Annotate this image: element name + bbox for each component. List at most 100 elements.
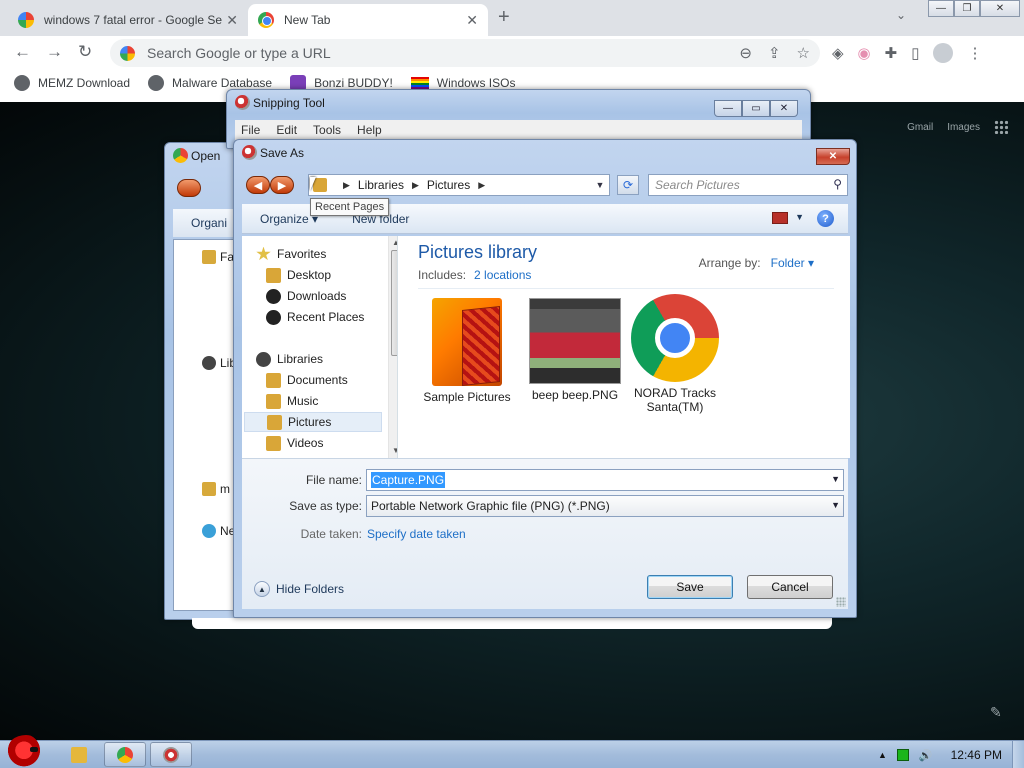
minimize-button[interactable]: —	[928, 0, 954, 17]
locations-link[interactable]: 2 locations	[474, 268, 531, 282]
reload-button[interactable]: ↻	[78, 42, 92, 62]
zoom-icon[interactable]: ⊖	[739, 44, 752, 62]
profile-avatar[interactable]	[933, 43, 954, 63]
cancel-button[interactable]: Cancel	[747, 575, 833, 599]
file-name-value[interactable]: Capture.PNG	[371, 472, 446, 488]
forward-button[interactable]: ▶	[270, 176, 294, 194]
nav-item-favorites[interactable]: Favorites	[256, 244, 396, 264]
browser-chrome: windows 7 fatal error - Google Se ✕ New …	[0, 0, 1024, 102]
forward-button[interactable]: →	[46, 42, 63, 62]
clock[interactable]: 12:46 PM	[951, 748, 1002, 762]
arrange-dropdown[interactable]: Folder ▾	[771, 256, 814, 270]
breadcrumb-separator[interactable]: ▶	[478, 180, 485, 191]
new-tab-button[interactable]: +	[498, 6, 510, 29]
nav-item-favorites[interactable]: Fa	[202, 250, 234, 264]
chevron-down-icon[interactable]: ▼	[795, 212, 804, 222]
nav-item-downloads[interactable]: Downloads	[266, 286, 397, 306]
show-desktop-button[interactable]	[1012, 741, 1024, 768]
save-button[interactable]: Save	[647, 575, 733, 599]
file-item-sample-pictures[interactable]: Sample Pictures	[412, 298, 522, 404]
breadcrumb-separator[interactable]: ▶	[412, 180, 419, 191]
maximize-button[interactable]: ▭	[742, 100, 770, 117]
organize-button[interactable]: Organi	[191, 216, 227, 230]
close-icon[interactable]: ✕	[226, 12, 238, 29]
minimize-button[interactable]: —	[714, 100, 742, 117]
save-type-select[interactable]: Portable Network Graphic file (PNG) (*.P…	[366, 495, 844, 517]
close-button[interactable]: ✕	[816, 148, 850, 165]
nav-item-desktop[interactable]: Desktop	[266, 265, 397, 285]
pencil-icon[interactable]: ✎	[990, 704, 1002, 721]
file-item-norad[interactable]: NORAD Tracks Santa(TM)	[620, 294, 730, 414]
nav-item-libraries[interactable]: Libraries	[256, 349, 396, 369]
search-input[interactable]: Search Pictures ⚲	[648, 174, 848, 196]
bookmark-memz[interactable]: MEMZ Download	[14, 75, 130, 91]
restore-button[interactable]: ❐	[954, 0, 980, 17]
help-icon[interactable]: ?	[817, 210, 834, 227]
file-name-input[interactable]: Capture.PNG ▼	[366, 469, 844, 491]
side-panel-icon[interactable]: ▯	[911, 44, 919, 62]
scrollbar-thumb[interactable]	[391, 250, 397, 356]
nav-item-videos[interactable]: Videos	[266, 433, 397, 453]
chevron-down-icon[interactable]: ▼	[831, 500, 840, 510]
menu-help[interactable]: Help	[357, 123, 382, 137]
share-icon[interactable]: ⇪	[768, 44, 781, 62]
nav-item-network[interactable]: Ne	[202, 524, 235, 538]
tray-overflow-icon[interactable]: ▲	[878, 750, 887, 760]
back-button[interactable]: ←	[14, 42, 31, 62]
documents-icon	[266, 372, 281, 388]
ublock-icon[interactable]: ◈	[832, 44, 844, 62]
volume-icon[interactable]: 🔊	[919, 749, 933, 762]
menu-file[interactable]: File	[241, 123, 260, 137]
apps-grid-icon[interactable]	[994, 120, 1008, 134]
close-icon[interactable]: ✕	[466, 12, 478, 29]
nav-item-computer[interactable]: m	[202, 482, 230, 496]
bookmark-windows-isos[interactable]: Windows ISOs	[410, 76, 515, 90]
hide-folders-button[interactable]: ▲ Hide Folders	[254, 581, 344, 597]
bookmark-star-icon[interactable]: ☆	[797, 44, 810, 62]
menu-tools[interactable]: Tools	[313, 123, 341, 137]
tab-new-tab[interactable]: New Tab ✕	[248, 4, 488, 36]
taskbar-snipping-tool[interactable]	[150, 742, 192, 767]
views-icon[interactable]	[772, 212, 788, 224]
network-status-icon[interactable]	[896, 749, 909, 761]
tab-google-search[interactable]: windows 7 fatal error - Google Se ✕	[8, 4, 248, 36]
refresh-icon[interactable]: ⟳	[617, 175, 639, 195]
address-bar[interactable]: ▶ Libraries ▶ Pictures ▶ ▼	[308, 174, 610, 196]
nav-item-music[interactable]: Music	[266, 391, 397, 411]
back-button[interactable]: ◀	[246, 176, 270, 194]
nav-item-pictures[interactable]: Pictures	[244, 412, 382, 432]
breadcrumb-pictures[interactable]: Pictures	[427, 178, 470, 192]
tab-strip: windows 7 fatal error - Google Se ✕ New …	[0, 0, 1024, 36]
specify-date-link[interactable]: Specify date taken	[367, 527, 466, 541]
open-dialog: Open Organi Fa Lib m Ne	[164, 142, 244, 620]
omnibox-placeholder[interactable]: Search Google or type a URL	[147, 45, 331, 61]
nav-item-libraries[interactable]: Lib	[202, 356, 236, 370]
save-details-pane: File name: Capture.PNG ▼ Save as type: P…	[242, 458, 848, 609]
search-placeholder: Search Pictures	[655, 178, 740, 192]
chevron-down-icon[interactable]: ▼	[831, 474, 840, 484]
taskbar-explorer[interactable]	[58, 742, 100, 767]
nav-item-documents[interactable]: Documents	[266, 370, 397, 390]
google-icon	[18, 12, 34, 28]
start-button[interactable]	[6, 735, 46, 768]
search-icon[interactable]: ⚲	[833, 177, 842, 191]
close-button[interactable]: ✕	[980, 0, 1020, 17]
close-button[interactable]: ✕	[770, 100, 798, 117]
puzzle-icon[interactable]: ✚	[885, 44, 898, 62]
extension-icon[interactable]: ◉	[858, 44, 871, 62]
nav-scrollbar[interactable]: ▲ ▼	[388, 236, 397, 458]
back-button[interactable]	[177, 179, 201, 197]
chevron-down-icon[interactable]: ▼	[591, 180, 609, 190]
file-item-beep-beep[interactable]: beep beep.PNG	[520, 298, 630, 402]
resize-grip[interactable]	[836, 597, 846, 607]
omnibox[interactable]: Search Google or type a URL ⊖ ⇪ ☆	[110, 39, 820, 67]
gmail-link[interactable]: Gmail	[907, 122, 933, 133]
nav-item-recent-places[interactable]: Recent Places	[266, 307, 397, 327]
menu-edit[interactable]: Edit	[276, 123, 297, 137]
breadcrumb-separator[interactable]: ▶	[343, 180, 350, 191]
taskbar-chrome[interactable]	[104, 742, 146, 767]
tab-search-button[interactable]: ⌄	[896, 8, 906, 22]
breadcrumb-libraries[interactable]: Libraries	[358, 178, 404, 192]
images-link[interactable]: Images	[947, 122, 980, 133]
menu-icon[interactable]: ⋮	[967, 44, 982, 62]
